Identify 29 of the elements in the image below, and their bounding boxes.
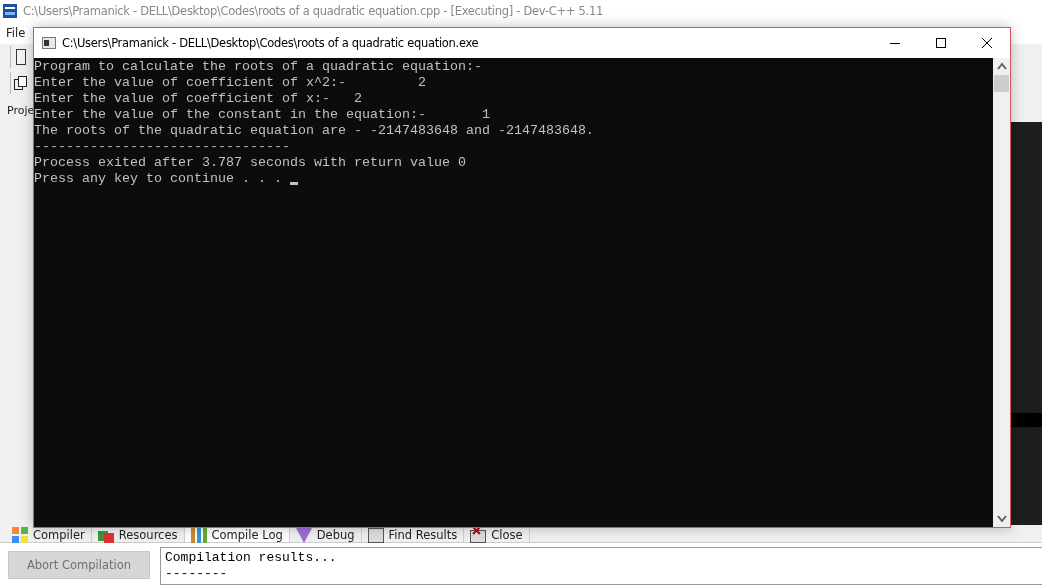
console-text: Press any key to continue . . . [34, 171, 283, 187]
console-text: Program to calculate the roots of a quadratic equation:- [34, 59, 482, 75]
maximize-icon [935, 37, 947, 49]
console-text: Enter the value of the constant in the equation:- 1 [34, 107, 490, 123]
bars-icon [190, 526, 207, 543]
scroll-up-icon [996, 62, 1007, 70]
console-text: Enter the value of coefficient of x:- 2 [34, 91, 362, 107]
window-title: C:\Users\Pramanick - DELL\Desktop\Codes\roots of a quadratic equation.exe [62, 36, 480, 50]
window-title: C:\Users\Pramanick - DELL\Desktop\Codes\roots of a quadratic equation.cpp - [Executing] - Dev-C++ 5.11 [23, 4, 603, 18]
app-icon [3, 4, 17, 18]
console-text: -------------------------------- [34, 139, 290, 155]
triangle-icon [295, 526, 312, 543]
close-icon [470, 526, 487, 543]
window-icon [367, 526, 384, 543]
console-text: The roots of the quadratic equation are - -2147483648 and -2147483648. [34, 123, 594, 139]
grid-icon [12, 526, 28, 543]
scrollbar[interactable] [993, 58, 1010, 527]
close-icon [981, 37, 993, 49]
menu-item[interactable]: File [6, 26, 26, 40]
scroll-down-icon [996, 515, 1007, 523]
page-icon [16, 49, 26, 65]
console-text: Enter the value of coefficient of x^2:- 2 [34, 75, 426, 91]
panel-tab[interactable]: Proje [7, 104, 35, 117]
log-text: -------- [165, 566, 229, 582]
windows-icon [14, 76, 28, 90]
console-text: Process exited after 3.787 seconds with return value 0 [34, 155, 466, 171]
log-text: Compilation results... [165, 550, 338, 566]
console-icon [42, 37, 56, 49]
scrollbar-thumb[interactable] [994, 75, 1009, 92]
